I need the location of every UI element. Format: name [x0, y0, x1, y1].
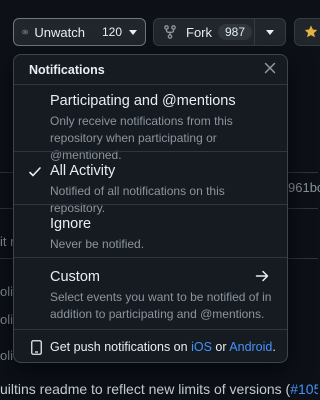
option-title: Ignore — [50, 216, 92, 232]
eye-icon — [22, 29, 29, 35]
push-text-prefix: Get push notifications on — [50, 340, 192, 354]
fork-label: Fork — [186, 24, 212, 40]
option-title: Custom — [50, 269, 100, 285]
notifications-header: Notifications — [14, 55, 287, 85]
divider — [14, 257, 287, 258]
unwatch-label: Unwatch — [34, 24, 85, 40]
fork-dropdown-toggle[interactable] — [254, 19, 285, 45]
android-link[interactable]: Android — [229, 340, 272, 354]
option-participating[interactable]: Participating and @mentions Only receive… — [14, 91, 287, 162]
notifications-title: Notifications — [29, 63, 105, 77]
star-button[interactable] — [294, 18, 320, 46]
fork-count: 987 — [218, 24, 253, 40]
unwatch-button[interactable]: Unwatch 120 — [13, 18, 146, 46]
fork-button[interactable]: Fork 987 — [153, 18, 286, 46]
option-description: Only receive notifications from this rep… — [50, 114, 233, 162]
chevron-down-icon — [129, 29, 137, 35]
option-description: Select events you want to be notified of… — [50, 290, 272, 321]
push-notifications-text: Get push notifications on iOS or Android… — [50, 340, 276, 354]
watchers-count: 120 — [101, 25, 122, 39]
divider — [14, 204, 287, 205]
option-ignore[interactable]: Ignore Never be notified. — [14, 214, 287, 254]
bg-text-fragment: oli — [0, 284, 14, 299]
option-all-activity[interactable]: All Activity Notified of all notificatio… — [14, 161, 287, 215]
bg-commit-sha: 961bc — [288, 180, 320, 195]
bg-text-fragment: oli — [0, 348, 14, 363]
push-text-suffix: . — [272, 340, 276, 354]
check-icon — [29, 167, 41, 177]
notifications-dropdown: Notifications Participating and @mention… — [13, 54, 288, 363]
chevron-down-icon — [266, 29, 274, 35]
ios-link[interactable]: iOS — [191, 340, 212, 354]
divider — [14, 151, 287, 152]
device-mobile-icon — [31, 340, 42, 355]
star-icon — [304, 25, 318, 38]
commit-pr-link[interactable]: #1056 — [290, 381, 318, 397]
option-description: Never be notified. — [50, 237, 145, 251]
bg-commit-message: uiltins readme to reflect new limits of … — [0, 376, 318, 400]
fork-icon — [164, 25, 176, 39]
arrow-right-icon — [255, 270, 269, 282]
push-text-middle: or — [211, 340, 230, 354]
push-notifications-footer: Get push notifications on iOS or Android… — [14, 333, 287, 362]
option-title: Participating and @mentions — [50, 93, 236, 109]
bg-text-fragment: oli — [0, 312, 14, 327]
close-icon[interactable] — [263, 61, 277, 75]
commit-message-text: uiltins readme to reflect new limits of … — [0, 381, 291, 397]
option-title: All Activity — [50, 163, 116, 179]
option-custom[interactable]: Custom Select events you want to be noti… — [14, 267, 287, 325]
option-description: Notified of all notifications on this re… — [50, 184, 225, 215]
divider — [14, 329, 287, 330]
